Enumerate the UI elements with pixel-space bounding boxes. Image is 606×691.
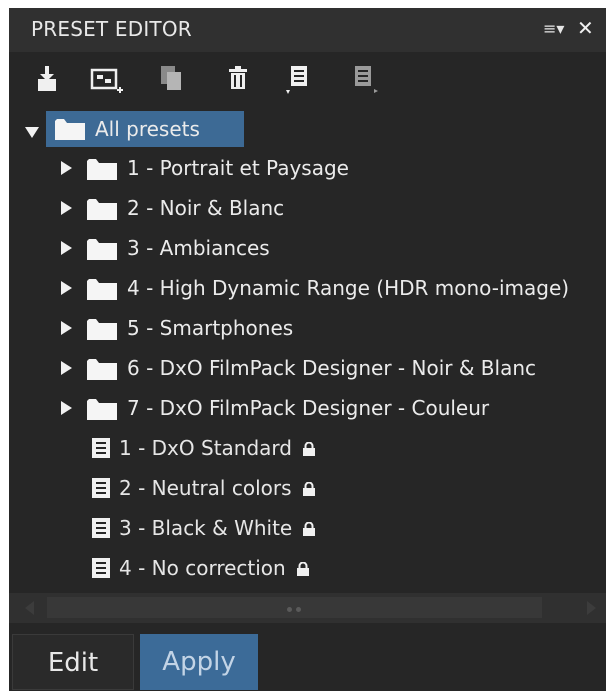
collapse-arrow-icon[interactable] xyxy=(61,241,72,255)
preset-file-icon xyxy=(92,478,110,498)
folder-icon xyxy=(87,319,117,340)
apply-button[interactable]: Apply xyxy=(140,634,258,690)
preset-item[interactable]: 2 - Neutral colors xyxy=(119,470,316,506)
panel-menu-icon[interactable]: ≡▾ xyxy=(543,19,564,38)
preset-item[interactable]: 1 - DxO Standard xyxy=(119,430,316,466)
folder-item-label[interactable]: 5 - Smartphones xyxy=(127,310,293,346)
scroll-right-icon[interactable] xyxy=(587,601,596,615)
collapse-arrow-icon[interactable] xyxy=(61,361,72,375)
preset-file-icon xyxy=(92,438,110,458)
delete-preset-icon[interactable] xyxy=(221,61,257,97)
new-preset-from-settings-icon[interactable] xyxy=(89,61,125,97)
folder-icon xyxy=(87,239,117,260)
lock-icon xyxy=(296,562,309,576)
duplicate-preset-icon[interactable] xyxy=(155,61,191,97)
lock-icon xyxy=(303,522,316,536)
folder-icon xyxy=(87,159,117,180)
folder-item-label[interactable]: 7 - DxO FilmPack Designer - Couleur xyxy=(127,390,489,426)
folder-icon xyxy=(55,119,85,140)
collapse-arrow-icon[interactable] xyxy=(61,161,72,175)
collapse-arrow-icon[interactable] xyxy=(61,201,72,215)
preset-item[interactable]: 3 - Black & White xyxy=(119,510,316,546)
folder-item-label[interactable]: 4 - High Dynamic Range (HDR mono-image) xyxy=(127,270,569,306)
preset-item-label[interactable]: 4 - No correction xyxy=(119,556,286,580)
collapse-arrow-icon[interactable] xyxy=(61,281,72,295)
preset-file-icon xyxy=(92,558,110,578)
folder-item-label[interactable]: 3 - Ambiances xyxy=(127,230,270,266)
tree-root-label[interactable]: All presets xyxy=(95,111,200,147)
horizontal-scrollbar[interactable] xyxy=(9,593,606,623)
panel-title: PRESET EDITOR xyxy=(31,17,192,41)
export-preset-disabled-icon[interactable] xyxy=(347,61,383,97)
preset-item-label[interactable]: 3 - Black & White xyxy=(119,516,292,540)
expand-arrow-icon[interactable] xyxy=(25,127,39,138)
grip-dot xyxy=(287,607,292,612)
import-preset-icon[interactable] xyxy=(33,61,69,97)
folder-item-label[interactable]: 2 - Noir & Blanc xyxy=(127,190,284,226)
scroll-left-icon[interactable] xyxy=(25,601,34,615)
collapse-arrow-icon[interactable] xyxy=(61,321,72,335)
preset-item-label[interactable]: 2 - Neutral colors xyxy=(119,476,292,500)
preset-item-label[interactable]: 1 - DxO Standard xyxy=(119,436,292,460)
edit-button[interactable]: Edit xyxy=(12,634,134,690)
folder-icon xyxy=(87,199,117,220)
preset-tree: All presets 1 - Portrait et Paysage 2 - … xyxy=(9,108,606,593)
folder-item-label[interactable]: 6 - DxO FilmPack Designer - Noir & Blanc xyxy=(127,350,536,386)
folder-icon xyxy=(87,399,117,420)
panel-titlebar: PRESET EDITOR ≡▾ ✕ xyxy=(9,8,606,52)
footer-bar: Edit Apply xyxy=(9,623,606,691)
lock-icon xyxy=(302,442,315,456)
folder-icon xyxy=(87,279,117,300)
preset-file-icon xyxy=(92,518,110,538)
preset-item[interactable]: 4 - No correction xyxy=(119,550,310,586)
folder-icon xyxy=(87,359,117,380)
lock-icon xyxy=(302,482,315,496)
folder-item-label[interactable]: 1 - Portrait et Paysage xyxy=(127,150,349,186)
panel-close-icon[interactable]: ✕ xyxy=(577,16,594,40)
export-preset-icon[interactable] xyxy=(281,61,317,97)
preset-toolbar xyxy=(9,52,606,108)
scrollbar-thumb[interactable] xyxy=(47,597,542,618)
collapse-arrow-icon[interactable] xyxy=(61,401,72,415)
preset-editor-panel: PRESET EDITOR ≡▾ ✕ All presets 1 - Portr… xyxy=(9,8,606,691)
grip-dot xyxy=(296,607,301,612)
